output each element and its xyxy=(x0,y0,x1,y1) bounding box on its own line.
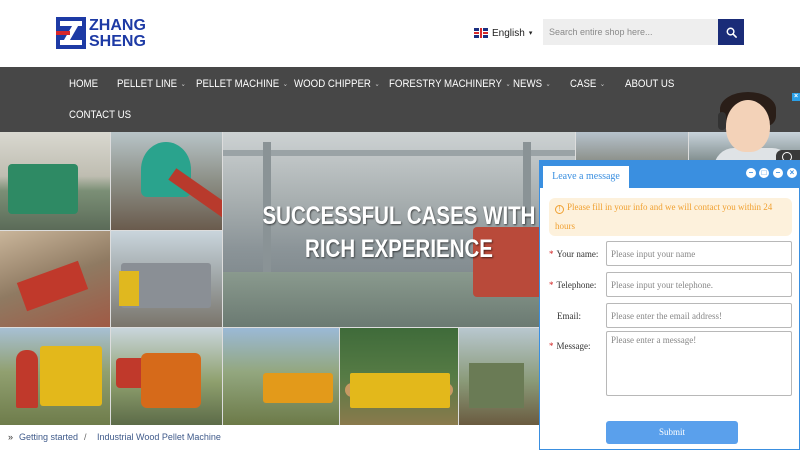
case-photo-pellet-machine xyxy=(0,132,110,230)
uk-flag-icon xyxy=(474,28,488,38)
hero-headline-line2: RICH EXPERIENCE xyxy=(305,235,493,263)
nav-label: ABOUT US xyxy=(625,78,675,90)
search-input[interactable] xyxy=(543,19,718,45)
nav-item-forestry-machinery[interactable]: FORESTRY MACHINERY ⌄ xyxy=(389,77,511,91)
hero-headline-line1: SUCCESSFUL CASES WITH xyxy=(262,202,536,230)
hero-headline: SUCCESSFUL CASES WITH RICH EXPERIENCE xyxy=(255,200,544,266)
double-chevron-right-icon: » xyxy=(8,432,14,442)
chevron-down-icon: ⌄ xyxy=(599,81,606,88)
nav-item-news[interactable]: NEWS ⌄ xyxy=(513,77,551,91)
submit-button[interactable]: Submit xyxy=(606,421,738,444)
nav-label: PELLET MACHINE xyxy=(196,78,280,90)
case-photo-plant-exterior xyxy=(576,132,688,162)
message-textarea[interactable] xyxy=(606,331,792,396)
nav-item-case[interactable]: CASE ⌄ xyxy=(570,77,605,91)
close-chat-icon[interactable]: × xyxy=(787,168,797,178)
case-photo-stump-grinder xyxy=(223,328,339,425)
minimize-icon[interactable]: – xyxy=(746,168,756,178)
nav-label: PELLET LINE xyxy=(117,78,178,90)
close-icon[interactable]: × xyxy=(792,93,800,101)
case-photo-chipper-worker xyxy=(0,328,110,425)
notice-text: Please fill in your info and we will con… xyxy=(555,202,773,231)
case-photo-tractor-chipper xyxy=(111,328,222,425)
search-icon xyxy=(726,27,737,38)
search-button[interactable] xyxy=(718,19,744,45)
collapse-icon[interactable]: – xyxy=(773,168,783,178)
case-photo-sawmill xyxy=(340,328,458,425)
breadcrumb-link-current[interactable]: Industrial Wood Pellet Machine xyxy=(97,425,221,450)
email-label: Email: xyxy=(557,311,581,321)
nav-item-about-us[interactable]: ABOUT US xyxy=(625,77,674,91)
notice-banner: ! Please fill in your info and we will co… xyxy=(549,198,792,236)
nav-item-pellet-line[interactable]: PELLET LINE ⌄ xyxy=(117,77,186,91)
message-label: * Message: xyxy=(549,341,591,351)
logo-text-line2: SHENG xyxy=(89,33,146,50)
nav-label: FORESTRY MACHINERY xyxy=(389,78,502,90)
caret-down-icon: ▾ xyxy=(528,30,533,37)
chevron-down-icon: ⌄ xyxy=(374,81,380,88)
logo-text-line1: ZHANG xyxy=(89,17,146,34)
telephone-label: * Telephone: xyxy=(549,280,597,290)
breadcrumb-link-getting-started[interactable]: Getting started xyxy=(19,425,78,450)
case-photo-mobile-chipper xyxy=(111,231,222,327)
nav-label: HOME xyxy=(69,78,99,90)
chevron-down-icon: ⌄ xyxy=(180,81,186,88)
chevron-down-icon: ⌄ xyxy=(282,81,288,88)
chevron-down-icon: ⌄ xyxy=(505,81,511,88)
breadcrumb-separator: / xyxy=(84,432,87,442)
main-nav: HOME PELLET LINE ⌄ PELLET MACHINE ⌄ WOOD C… xyxy=(0,67,800,132)
nav-label: CONTACT US xyxy=(69,109,132,121)
nav-label: NEWS xyxy=(513,78,543,90)
chevron-down-icon: ⌄ xyxy=(545,81,551,88)
chat-header: Leave a message – □ – × xyxy=(540,161,799,188)
tab-leave-message[interactable]: Leave a message xyxy=(543,166,629,188)
page: ZHANG SHENG English ▾ HOME PELLET LINE⌄ … xyxy=(0,0,800,450)
nav-item-wood-chipper[interactable]: WOOD CHIPPER ⌄ xyxy=(294,77,380,91)
case-photo-wood-chipper xyxy=(111,132,222,230)
telephone-field[interactable] xyxy=(606,272,792,297)
case-photo-log-loader xyxy=(459,328,539,425)
info-icon: ! xyxy=(555,205,564,214)
email-field[interactable] xyxy=(606,303,792,328)
nav-label: CASE xyxy=(570,78,597,90)
nav-label: WOOD CHIPPER xyxy=(294,78,371,90)
restore-icon[interactable]: □ xyxy=(759,168,769,178)
logo[interactable]: ZHANG SHENG xyxy=(56,17,150,50)
case-photo-conveyor xyxy=(0,231,110,327)
nav-item-contact-us[interactable]: CONTACT US xyxy=(69,108,131,122)
site-header: ZHANG SHENG English ▾ xyxy=(0,0,800,67)
name-label: * Your name: xyxy=(549,249,599,259)
leave-message-widget: Leave a message – □ – × ! Please fill in … xyxy=(539,160,800,450)
name-field[interactable] xyxy=(606,241,792,266)
logo-accent xyxy=(56,31,70,35)
language-label: English xyxy=(492,27,525,39)
language-selector[interactable]: English ▾ xyxy=(474,26,532,40)
nav-item-home[interactable]: HOME xyxy=(69,77,98,91)
nav-item-pellet-machine[interactable]: PELLET MACHINE ⌄ xyxy=(196,77,288,91)
